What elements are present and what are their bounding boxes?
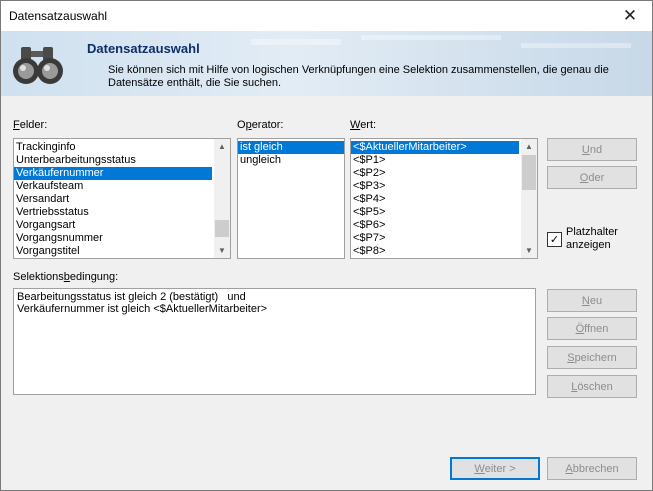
scrollbar-thumb[interactable] bbox=[522, 155, 536, 190]
wert-scrollbar[interactable]: ▲ ▼ bbox=[521, 139, 537, 258]
list-item[interactable]: <$P1> bbox=[351, 154, 519, 167]
abbrechen-label: bbrechen bbox=[572, 462, 619, 475]
list-item[interactable]: ungleich bbox=[238, 154, 344, 167]
list-item[interactable]: Vorgangsart bbox=[14, 219, 212, 232]
dialog-window: Datensatzauswahl ✕ Datensatzauswahl Sie … bbox=[0, 0, 653, 491]
und-button[interactable]: Und bbox=[547, 138, 637, 161]
scroll-down-icon[interactable]: ▼ bbox=[521, 243, 537, 258]
banner-description: Sie können sich mit Hilfe von logischen … bbox=[108, 64, 609, 89]
list-item[interactable]: <$P2> bbox=[351, 167, 519, 180]
platzhalter-checkbox[interactable]: ✓ bbox=[547, 232, 562, 247]
list-item[interactable]: ist gleich bbox=[238, 141, 344, 154]
wert-label: Wert: bbox=[350, 119, 376, 131]
operator-listbox[interactable]: ist gleich ungleich bbox=[237, 138, 345, 259]
window-title: Datensatzauswahl bbox=[9, 9, 108, 23]
scroll-up-icon[interactable]: ▲ bbox=[214, 139, 230, 154]
oder-button[interactable]: Oder bbox=[547, 166, 637, 189]
title-bar: Datensatzauswahl ✕ bbox=[1, 1, 652, 31]
operator-label: Operator: bbox=[237, 119, 283, 131]
list-item[interactable]: Unterbearbeitungsstatus bbox=[14, 154, 212, 167]
header-banner: Datensatzauswahl Sie können sich mit Hil… bbox=[1, 31, 652, 96]
loeschen-button[interactable]: Löschen bbox=[547, 375, 637, 398]
list-item[interactable]: Verkäufernummer bbox=[14, 167, 212, 180]
platzhalter-label: Platzhalter anzeigen bbox=[566, 226, 618, 252]
oeffnen-label: ffnen bbox=[584, 322, 609, 335]
felder-label-text: elder: bbox=[19, 119, 48, 131]
felder-label: Felder: bbox=[13, 119, 47, 131]
list-item[interactable]: Trackinginfo bbox=[14, 141, 212, 154]
abbrechen-button[interactable]: Abbrechen bbox=[547, 457, 637, 480]
list-item[interactable]: <$P5> bbox=[351, 206, 519, 219]
oder-accesskey: O bbox=[579, 171, 589, 184]
banner-decoration bbox=[361, 35, 501, 40]
banner-heading: Datensatzauswahl bbox=[87, 41, 200, 56]
list-item[interactable]: <$P6> bbox=[351, 219, 519, 232]
operator-items: ist gleich ungleich bbox=[238, 139, 344, 167]
neu-label: eu bbox=[589, 294, 603, 307]
weiter-label: eiter > bbox=[484, 462, 516, 475]
selektionsbedingung-textarea[interactable]: Bearbeitungsstatus ist gleich 2 (bestäti… bbox=[13, 288, 536, 395]
speichern-button[interactable]: Speichern bbox=[547, 346, 637, 369]
selektion-label-pre: Selektions bbox=[13, 271, 64, 283]
oder-label: der bbox=[588, 171, 605, 184]
wert-listbox[interactable]: <$AktuellerMitarbeiter> <$P1> <$P2> <$P3> <$… bbox=[350, 138, 538, 259]
weiter-accesskey: W bbox=[474, 462, 485, 475]
list-item[interactable]: Vertriebsstatus bbox=[14, 206, 212, 219]
felder-listbox[interactable]: Trackinginfo Unterbearbeitungsstatus Verkä… bbox=[13, 138, 231, 259]
felder-label-accesskey: F bbox=[13, 119, 20, 131]
wert-label-accesskey: W bbox=[350, 119, 361, 131]
felder-items: Trackinginfo Unterbearbeitungsstatus Verkä… bbox=[14, 139, 212, 258]
neu-button[interactable]: Neu bbox=[547, 289, 637, 312]
close-icon[interactable]: ✕ bbox=[608, 1, 652, 31]
list-item[interactable]: <$P7> bbox=[351, 232, 519, 245]
oeffnen-button[interactable]: Öffnen bbox=[547, 317, 637, 340]
list-item[interactable]: Vorgangsnummer bbox=[14, 232, 212, 245]
list-item[interactable]: <$P3> bbox=[351, 180, 519, 193]
wert-label-text: ert: bbox=[360, 119, 377, 131]
oeffnen-accesskey: Ö bbox=[575, 322, 585, 335]
abbrechen-accesskey: A bbox=[565, 462, 573, 475]
scroll-up-icon[interactable]: ▲ bbox=[521, 139, 537, 154]
loeschen-label: öschen bbox=[577, 380, 613, 393]
und-accesskey: U bbox=[581, 143, 590, 156]
selektionsbedingung-label: Selektionsbedingung: bbox=[13, 271, 118, 283]
felder-scrollbar[interactable]: ▲ ▼ bbox=[214, 139, 230, 258]
banner-decoration bbox=[251, 39, 341, 45]
wert-items: <$AktuellerMitarbeiter> <$P1> <$P2> <$P3> <$… bbox=[351, 139, 519, 258]
list-item[interactable]: <$AktuellerMitarbeiter> bbox=[351, 141, 519, 154]
binoculars-icon bbox=[13, 47, 63, 84]
speichern-accesskey: S bbox=[567, 351, 575, 364]
platzhalter-label-line2: anzeigen bbox=[566, 239, 611, 251]
list-item[interactable]: <$P4> bbox=[351, 193, 519, 206]
scroll-down-icon[interactable]: ▼ bbox=[214, 243, 230, 258]
neu-accesskey: N bbox=[581, 294, 590, 307]
scrollbar-thumb[interactable] bbox=[215, 220, 229, 237]
operator-label-text: erator: bbox=[251, 119, 284, 131]
und-label: nd bbox=[589, 143, 603, 156]
weiter-button[interactable]: Weiter > bbox=[450, 457, 540, 480]
list-item[interactable]: <$P8> bbox=[351, 245, 519, 258]
list-item[interactable]: Vorgangstitel bbox=[14, 245, 212, 258]
speichern-label: peichern bbox=[574, 351, 617, 364]
list-item[interactable]: Versandart bbox=[14, 193, 212, 206]
list-item[interactable]: Verkaufsteam bbox=[14, 180, 212, 193]
banner-decoration bbox=[521, 43, 631, 48]
selektion-label-text: edingung: bbox=[69, 271, 119, 283]
platzhalter-label-line1: Platzhalter bbox=[566, 226, 618, 238]
operator-label-pre: O bbox=[237, 119, 246, 131]
